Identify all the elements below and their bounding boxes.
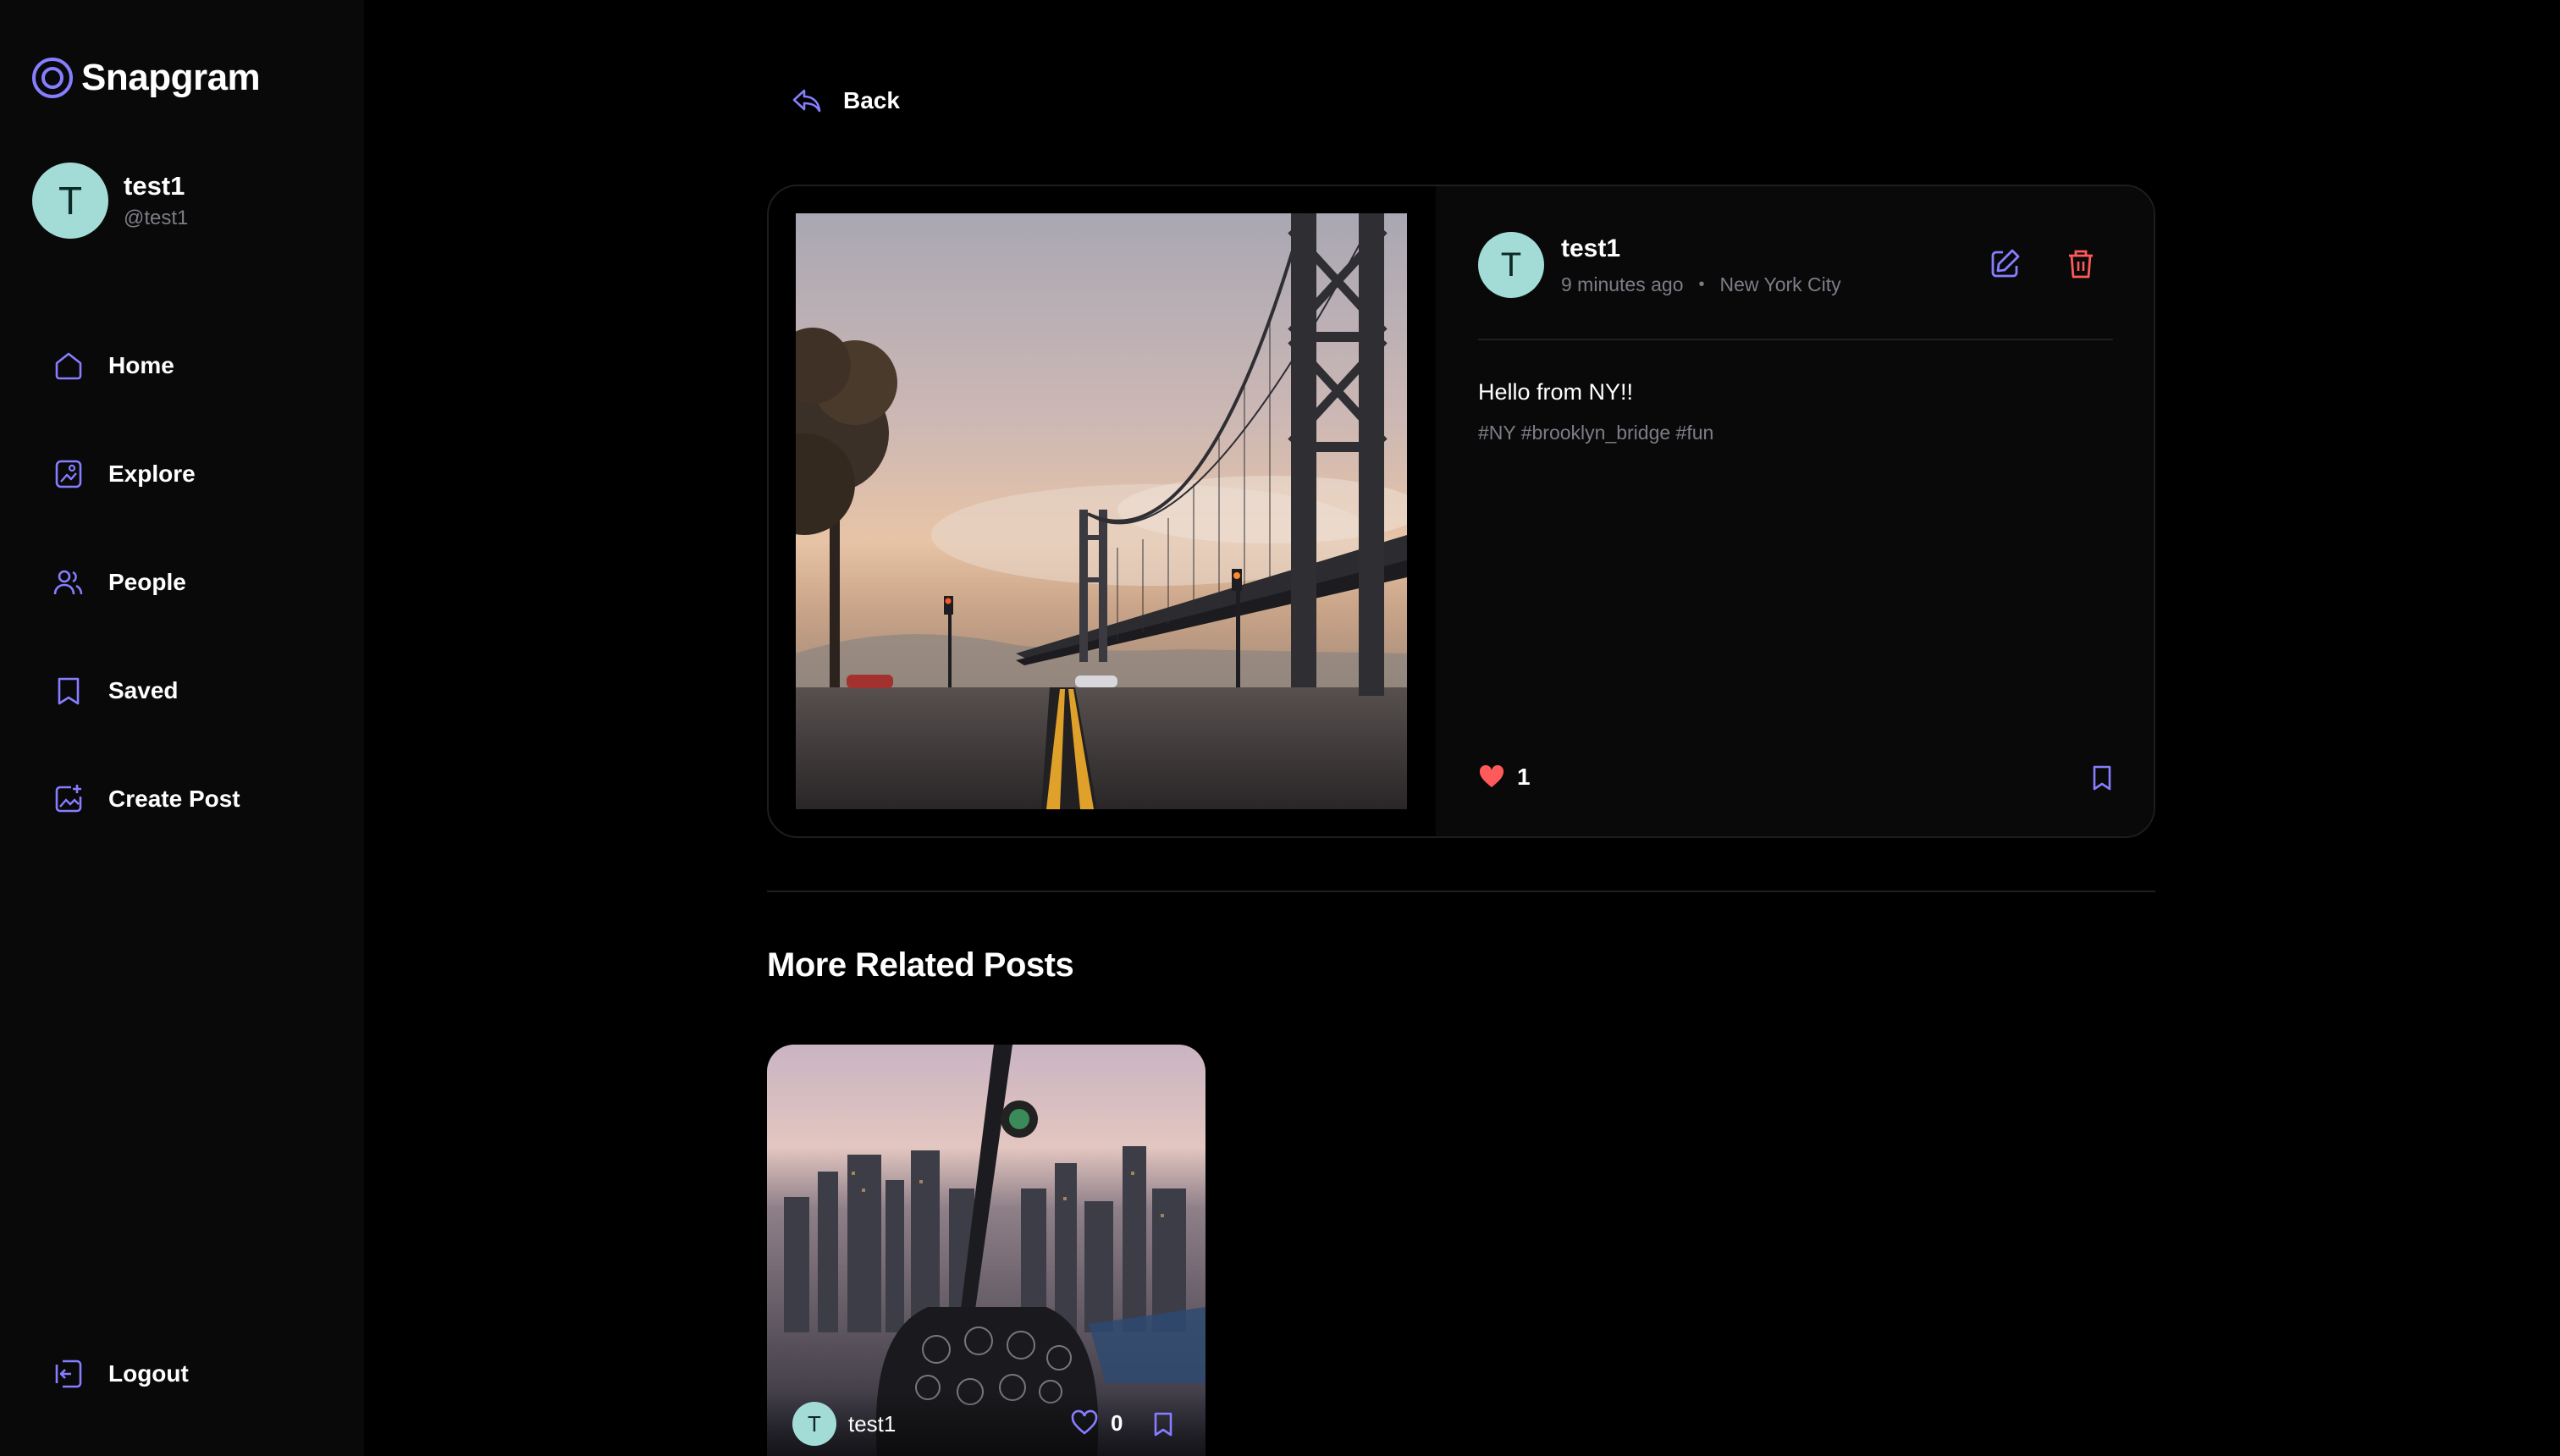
camera-logo-icon: [32, 58, 73, 98]
sidebar-item-label: People: [108, 569, 186, 595]
sidebar-item-people[interactable]: People: [51, 528, 240, 637]
bridge-photo: [796, 213, 1407, 809]
avatar: T: [32, 163, 108, 239]
section-divider: [767, 891, 2155, 892]
sidebar-item-explore[interactable]: Explore: [51, 420, 240, 528]
logout-button[interactable]: Logout: [51, 1356, 189, 1392]
post-time: 9 minutes ago: [1561, 273, 1684, 295]
related-post-card[interactable]: T test1 0: [767, 1045, 1206, 1456]
post-meta: 9 minutes ago • New York City: [1561, 273, 1841, 296]
explore-icon: [55, 460, 82, 488]
related-post-user: test1: [848, 1410, 897, 1437]
back-arrow-icon: [792, 89, 821, 113]
avatar: T: [1478, 232, 1544, 298]
sidebar-item-label: Home: [108, 352, 174, 378]
profile-link[interactable]: T test1 @test1: [32, 163, 188, 239]
app-logo[interactable]: Snapgram: [30, 56, 261, 100]
sidebar-item-label: Saved: [108, 677, 179, 703]
bookmark-icon[interactable]: [1150, 1410, 1177, 1437]
create-post-icon: [55, 785, 82, 813]
people-icon: [53, 570, 83, 595]
related-post-footer: T test1 0: [767, 1392, 1206, 1456]
profile-handle: @test1: [124, 207, 189, 229]
like-count: 1: [1517, 764, 1531, 790]
bookmark-icon[interactable]: [2088, 764, 2116, 792]
left-sidebar: Snapgram T test1 @test1 Home Explore Peo…: [0, 0, 364, 1456]
post-details: T test1 9 minutes ago • New York City He…: [1436, 186, 2154, 836]
heart-filled-icon: [1479, 764, 1504, 787]
post-author[interactable]: T test1 9 minutes ago • New York City: [1478, 232, 1841, 298]
post-card: T test1 9 minutes ago • New York City He…: [767, 185, 2155, 838]
meta-separator: •: [1698, 274, 1705, 294]
divider: [1478, 339, 2113, 340]
back-button[interactable]: Back: [791, 85, 900, 117]
sidebar-item-label: Explore: [108, 461, 196, 487]
sidebar-item-home[interactable]: Home: [51, 312, 240, 420]
post-tags: #NY #brooklyn_bridge #fun: [1478, 422, 1714, 444]
sidebar-nav: Home Explore People Saved Create Post: [51, 312, 240, 853]
back-label: Back: [843, 87, 900, 113]
author-name: test1: [1561, 234, 1621, 262]
like-count: 0: [1111, 1409, 1123, 1436]
edit-post-icon[interactable]: [1986, 245, 2023, 283]
related-posts-title: More Related Posts: [767, 946, 1074, 984]
home-icon: [55, 352, 82, 380]
heart-outline-icon: [1071, 1409, 1098, 1435]
sidebar-item-saved[interactable]: Saved: [51, 637, 240, 745]
bookmark-icon: [58, 677, 80, 705]
delete-post-icon[interactable]: [2062, 245, 2099, 283]
post-image: [796, 213, 1407, 809]
sidebar-item-label: Create Post: [108, 786, 240, 812]
logout-label: Logout: [108, 1360, 189, 1387]
like-button[interactable]: 1: [1478, 764, 1531, 791]
like-button[interactable]: 0: [1070, 1409, 1123, 1437]
logout-icon: [55, 1359, 82, 1388]
sidebar-item-create-post[interactable]: Create Post: [51, 745, 240, 853]
app-name: Snapgram: [81, 57, 261, 98]
avatar: T: [792, 1402, 836, 1446]
post-caption: Hello from NY!!: [1478, 379, 1634, 405]
post-location: New York City: [1719, 273, 1841, 295]
profile-name: test1: [124, 171, 185, 201]
